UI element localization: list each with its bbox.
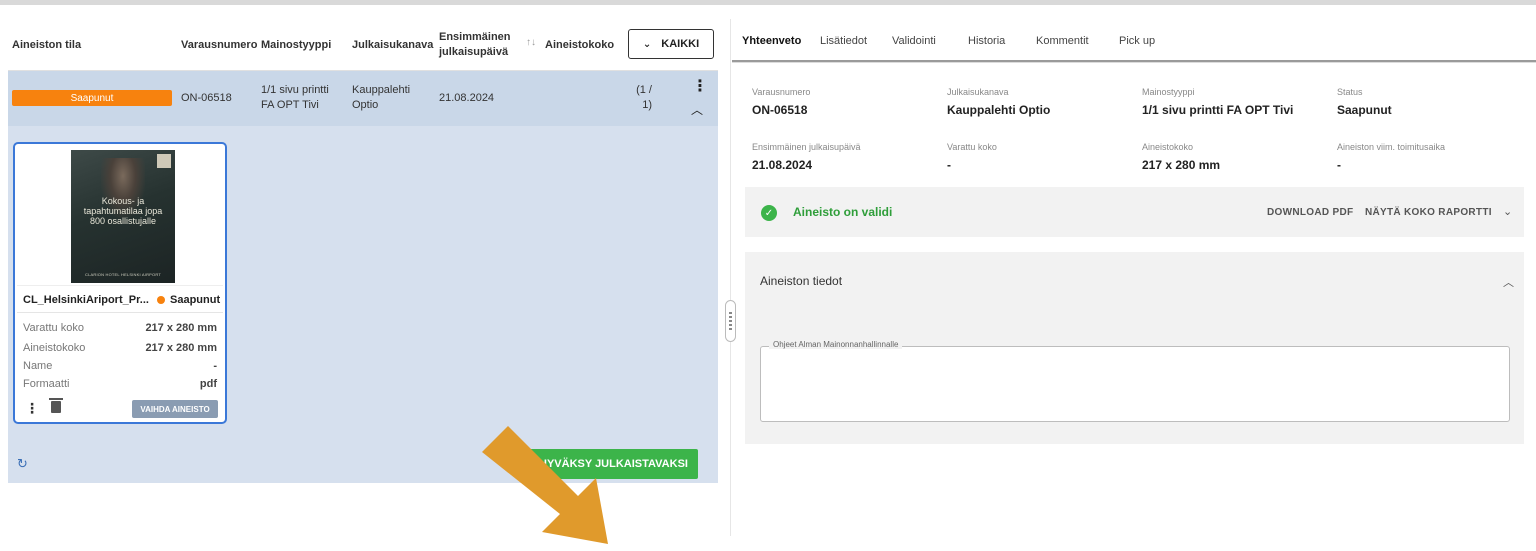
chevron-down-icon: ⌄ bbox=[642, 38, 652, 50]
chevron-up-icon[interactable]: ︿ bbox=[1503, 274, 1514, 290]
row-date: 21.08.2024 bbox=[439, 92, 495, 104]
sort-icon[interactable]: ↑↓ bbox=[526, 37, 536, 48]
tab-underline bbox=[732, 60, 1536, 62]
validation-panel[interactable]: ✓ Aineisto on validi DOWNLOAD PDF NÄYTÄ … bbox=[745, 187, 1524, 237]
summary-value: - bbox=[1337, 158, 1341, 172]
download-pdf-button[interactable]: DOWNLOAD PDF bbox=[1267, 207, 1353, 218]
table-row[interactable]: Saapunut ON-06518 1/1 sivu printti FA OP… bbox=[8, 71, 718, 126]
kv-label: Aineistokoko bbox=[23, 342, 86, 354]
check-circle-icon: ✓ bbox=[761, 205, 777, 221]
summary-label: Julkaisukanava bbox=[947, 87, 1009, 97]
summary-value: ON-06518 bbox=[752, 103, 808, 117]
row-count: (1 / 1) bbox=[636, 84, 652, 111]
validation-status: Aineisto on validi bbox=[793, 205, 893, 219]
summary-label: Status bbox=[1337, 87, 1363, 97]
show-report-button[interactable]: NÄYTÄ KOKO RAPORTTI bbox=[1365, 207, 1492, 218]
table-header: Aineiston tila Varausnumero Mainostyyppi… bbox=[8, 19, 718, 71]
card-status: Saapunut bbox=[157, 294, 220, 306]
poster-logo bbox=[157, 154, 171, 168]
resize-handle[interactable] bbox=[725, 300, 736, 342]
tab-comments[interactable]: Kommentit bbox=[1036, 19, 1089, 63]
file-name: CL_HelsinkiAriport_Pr... bbox=[23, 294, 149, 306]
materials-panel: Aineiston tila Varausnumero Mainostyyppi… bbox=[8, 19, 718, 544]
material-card[interactable]: Kokous- ja tapahtumatilaa jopa 800 osall… bbox=[13, 142, 227, 424]
kv-label: Formaatti bbox=[23, 378, 70, 390]
filter-all-label: KAIKKI bbox=[661, 38, 700, 50]
trash-icon[interactable] bbox=[49, 398, 63, 413]
summary-value: - bbox=[947, 158, 951, 172]
kv-value: 217 x 280 mm bbox=[145, 322, 217, 334]
instructions-field-label: Ohjeet Alman Mainonnanhallinnalle bbox=[769, 340, 903, 349]
summary-value: Saapunut bbox=[1337, 103, 1392, 117]
kv-label: Name bbox=[23, 360, 53, 372]
instructions-field[interactable] bbox=[761, 347, 1509, 421]
arrow-annotation-icon bbox=[482, 426, 608, 544]
chevron-up-icon[interactable]: ︿ bbox=[691, 101, 703, 118]
poster-text: Kokous- ja tapahtumatilaa jopa 800 osall… bbox=[83, 196, 163, 226]
kv-value: pdf bbox=[199, 378, 217, 390]
instructions-field-wrap: Ohjeet Alman Mainonnanhallinnalle bbox=[760, 340, 1510, 422]
summary-value: 217 x 280 mm bbox=[1142, 158, 1221, 172]
row-expanded-area: Kokous- ja tapahtumatilaa jopa 800 osall… bbox=[8, 126, 718, 544]
summary-label: Aineistokoko bbox=[1142, 142, 1194, 152]
card-divider bbox=[17, 312, 223, 313]
summary-label: Ensimmäinen julkaisupäivä bbox=[752, 142, 861, 152]
header-firstdate[interactable]: Ensimmäinen julkaisupäivä bbox=[439, 19, 519, 71]
refresh-icon[interactable]: ↻ bbox=[17, 456, 28, 472]
filter-all-button[interactable]: ⌄ KAIKKI bbox=[628, 29, 714, 59]
panel-divider bbox=[730, 19, 731, 536]
summary-label: Varausnumero bbox=[752, 87, 811, 97]
summary-label: Aineiston viim. toimitusaika bbox=[1337, 142, 1446, 152]
row-channel: Kauppalehti Optio bbox=[352, 84, 411, 111]
page: Aineiston tila Varausnumero Mainostyyppi… bbox=[0, 5, 1536, 544]
header-size[interactable]: Aineistokoko bbox=[545, 19, 614, 71]
summary-value: Kauppalehti Optio bbox=[947, 103, 1051, 117]
header-channel[interactable]: Julkaisukanava bbox=[352, 19, 433, 71]
material-thumbnail[interactable]: Kokous- ja tapahtumatilaa jopa 800 osall… bbox=[71, 150, 175, 283]
tab-history[interactable]: Historia bbox=[968, 19, 1005, 63]
summary-label: Varattu koko bbox=[947, 142, 997, 152]
more-vert-icon[interactable]: ⋮ bbox=[25, 400, 39, 417]
header-status[interactable]: Aineiston tila bbox=[12, 19, 81, 71]
row-booking: ON-06518 bbox=[181, 92, 232, 104]
kv-value: - bbox=[213, 360, 217, 372]
summary-value: 1/1 sivu printti FA OPT Tivi bbox=[1142, 103, 1294, 117]
kv-value: 217 x 280 mm bbox=[145, 342, 217, 354]
row-adtype: 1/1 sivu printti FA OPT Tivi bbox=[261, 84, 329, 111]
poster-footer: CLARION HOTEL HELSINKI AIRPORT bbox=[84, 272, 162, 277]
tab-validation[interactable]: Validointi bbox=[892, 19, 936, 63]
header-adtype[interactable]: Mainostyyppi bbox=[261, 19, 331, 71]
status-dot-icon bbox=[157, 296, 165, 304]
more-vert-icon[interactable]: ⋮ bbox=[692, 76, 708, 96]
material-info-panel: Aineiston tiedot ︿ Ohjeet Alman Mainonna… bbox=[745, 252, 1524, 444]
tab-pickup[interactable]: Pick up bbox=[1119, 19, 1155, 63]
status-badge: Saapunut bbox=[12, 90, 172, 106]
tab-summary[interactable]: Yhteenveto bbox=[742, 19, 801, 63]
change-material-button[interactable]: VAIHDA AINEISTO bbox=[132, 400, 218, 418]
kv-label: Varattu koko bbox=[23, 322, 84, 334]
header-booking[interactable]: Varausnumero bbox=[181, 19, 257, 71]
tab-details[interactable]: Lisätiedot bbox=[820, 19, 867, 63]
card-status-label: Saapunut bbox=[170, 294, 221, 306]
summary-grid: Varausnumero ON-06518 Julkaisukanava Kau… bbox=[752, 83, 1522, 183]
chevron-down-icon[interactable]: ⌄ bbox=[1503, 205, 1512, 218]
thumbnail-area: Kokous- ja tapahtumatilaa jopa 800 osall… bbox=[17, 146, 223, 286]
info-title: Aineiston tiedot bbox=[760, 274, 843, 288]
detail-tabs: Yhteenveto Lisätiedot Validointi Histori… bbox=[732, 19, 1536, 63]
summary-label: Mainostyyppi bbox=[1142, 87, 1195, 97]
summary-value: 21.08.2024 bbox=[752, 158, 813, 172]
